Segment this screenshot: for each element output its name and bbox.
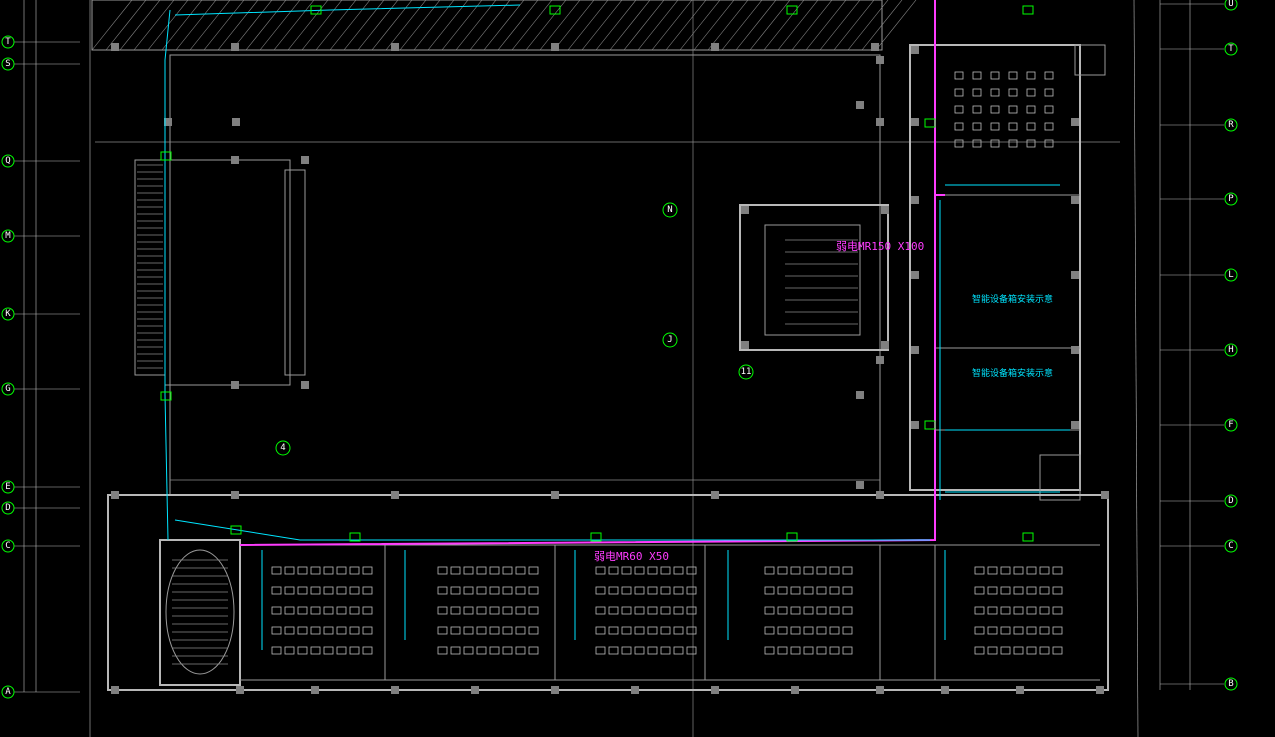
- device-box[interactable]: [1022, 532, 1034, 542]
- axis-label: Q: [5, 156, 10, 166]
- axis-marker-N: N: [662, 202, 678, 218]
- axis-label: E: [5, 482, 10, 492]
- axis-marker-left-E: E: [1, 480, 80, 494]
- axis-marker-right-T: T: [1160, 42, 1238, 56]
- trunk-label-lower: 弱电MR60 X50: [594, 550, 669, 563]
- weak-current-trunking[interactable]: [239, 0, 945, 546]
- stair-treads: [137, 164, 858, 665]
- axis-marker-4: 4: [275, 440, 291, 456]
- axis-label: C: [1228, 541, 1233, 551]
- classroom-seating: [271, 71, 1063, 655]
- svg-text:N: N: [667, 205, 672, 215]
- axis-label: L: [1228, 270, 1233, 280]
- axis-label: R: [1228, 120, 1234, 130]
- right-axis-markers: U T R P L H F D C B: [1160, 0, 1238, 691]
- axis-marker-left-T: T: [1, 35, 80, 49]
- device-box[interactable]: [924, 118, 936, 128]
- axis-marker-right-R: R: [1160, 118, 1238, 132]
- axis-marker-left-K: K: [1, 307, 80, 321]
- axis-marker-right-H: H: [1160, 343, 1238, 357]
- cad-floor-plan[interactable]: T S Q M K G E D C A U T R P L H F D C B N J 11 4 弱电MR150 X…: [0, 0, 1275, 737]
- trunk-label-upper: 弱电MR150 X100: [836, 240, 924, 253]
- device-boxes[interactable]: [160, 5, 1034, 542]
- axis-marker-right-B: B: [1160, 677, 1238, 691]
- axis-marker-left-C: C: [1, 539, 80, 553]
- axis-label: A: [5, 687, 11, 697]
- device-box[interactable]: [924, 420, 936, 430]
- axis-label: K: [5, 309, 11, 319]
- building-walls: [95, 0, 1120, 737]
- axis-marker-right-C: C: [1160, 539, 1238, 553]
- axis-marker-left-S: S: [1, 57, 80, 71]
- axis-label: S: [5, 59, 10, 69]
- right-dimension-column: [1133, 0, 1191, 737]
- axis-label: B: [1228, 679, 1233, 689]
- device-box[interactable]: [786, 5, 798, 15]
- svg-text:11: 11: [741, 367, 752, 377]
- axis-label: D: [1228, 496, 1233, 506]
- axis-label: M: [5, 231, 11, 241]
- room-label-1: 智能设备箱安装示意: [972, 293, 1053, 305]
- axis-marker-right-U: U: [1160, 0, 1238, 11]
- axis-marker-right-F: F: [1160, 418, 1238, 432]
- axis-marker-right-D: D: [1160, 494, 1238, 508]
- axis-label: T: [1228, 44, 1234, 54]
- room-label-2: 智能设备箱安装示意: [972, 367, 1053, 379]
- axis-marker-11: 11: [738, 364, 754, 380]
- axis-marker-right-L: L: [1160, 268, 1238, 282]
- axis-label: G: [5, 384, 10, 394]
- left-axis-markers: T S Q M K G E D C A: [1, 35, 80, 699]
- axis-marker-left-A: A: [1, 685, 80, 699]
- hatched-slab-top: [91, 0, 917, 51]
- axis-marker-left-D: D: [1, 501, 80, 515]
- device-box[interactable]: [1022, 5, 1034, 15]
- axis-label: D: [5, 503, 10, 513]
- svg-text:J: J: [667, 335, 672, 345]
- axis-marker-left-G: G: [1, 382, 80, 396]
- svg-text:4: 4: [280, 443, 285, 453]
- device-box[interactable]: [549, 5, 561, 15]
- axis-marker-right-P: P: [1160, 192, 1238, 206]
- axis-label: H: [1228, 345, 1233, 355]
- structural-columns: [111, 43, 1109, 694]
- left-dimension-column: [23, 0, 91, 737]
- axis-marker-left-M: M: [1, 229, 80, 243]
- axis-label: C: [5, 541, 10, 551]
- axis-label: T: [5, 37, 11, 47]
- axis-label: U: [1228, 0, 1233, 9]
- axis-label: F: [1228, 420, 1233, 430]
- axis-marker-left-Q: Q: [1, 154, 80, 168]
- axis-label: P: [1228, 194, 1234, 204]
- axis-marker-J: J: [662, 332, 678, 348]
